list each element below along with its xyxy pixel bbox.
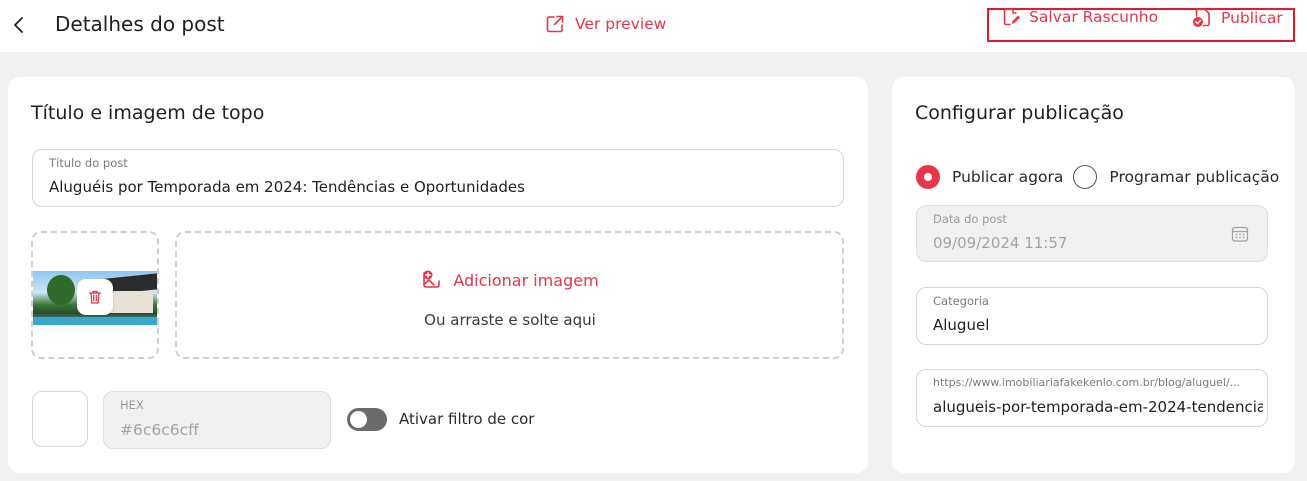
publish-settings-card: Configurar publicação Publicar agora Pro… [892,77,1295,473]
url-prefix-label: https://www.imobiliariafakekenlo.com.br/… [933,376,1241,389]
image-upload-dropzone[interactable]: Adicionar imagem Ou arraste e solte aqui [175,231,844,359]
post-title-label: Título do post [49,156,128,170]
color-filter-toggle[interactable] [347,408,387,431]
toggle-knob [350,411,367,428]
title-image-card: Título e imagem de topo Título do post A… [8,77,868,473]
category-field[interactable]: Categoria Aluguel [916,287,1268,345]
top-bar: Detalhes do post Ver preview Salvar Rasc… [0,0,1307,52]
post-date-label: Data do post [933,212,1007,226]
publish-options: Publicar agora Programar publicação [916,165,1279,189]
add-image-icon [423,270,441,288]
url-slug-field[interactable]: https://www.imobiliariafakekenlo.com.br/… [916,369,1268,427]
radio-schedule[interactable] [1073,165,1098,189]
radio-publish-now[interactable] [916,165,940,189]
trash-icon [88,290,102,304]
category-value: Aluguel [933,316,990,334]
publish-document-icon [1193,8,1210,27]
category-label: Categoria [933,294,989,308]
url-slug-value: alugueis-por-temporada-em-2024-tendencia… [933,398,1263,416]
cover-image-slot [31,231,159,359]
post-date-field[interactable]: Data do post 09/09/2024 11:57 [916,205,1268,262]
preview-label: Ver preview [575,15,667,33]
chevron-left-icon [14,17,23,33]
hex-value: #6c6c6cff [120,421,199,439]
post-date-value: 09/09/2024 11:57 [933,234,1068,252]
post-title-field[interactable]: Título do post Aluguéis por Temporada em… [32,149,844,207]
delete-image-button[interactable] [77,279,113,315]
preview-button[interactable]: Ver preview [545,14,666,34]
hex-label: HEX [120,398,144,412]
publish-label: Publicar [1221,9,1283,27]
external-link-icon [546,15,564,33]
save-draft-label: Salvar Rascunho [1029,8,1159,26]
page-title: Detalhes do post [55,12,225,36]
schedule-label[interactable]: Programar publicação [1109,168,1279,186]
publish-settings-heading: Configurar publicação [915,102,1124,124]
drag-drop-hint: Ou arraste e solte aqui [424,311,596,329]
save-draft-button[interactable]: Salvar Rascunho [1001,7,1158,27]
calendar-icon[interactable] [1231,225,1249,243]
add-image-button[interactable]: Adicionar imagem [177,269,843,291]
title-image-heading: Título e imagem de topo [31,102,265,124]
hex-field[interactable]: HEX #6c6c6cff [103,391,331,449]
post-title-value: Aluguéis por Temporada em 2024: Tendênci… [49,178,525,196]
publish-now-label[interactable]: Publicar agora [952,168,1063,186]
color-filter-label: Ativar filtro de cor [399,410,535,428]
edit-document-icon [1003,8,1020,26]
add-image-label: Adicionar imagem [453,270,599,290]
back-button[interactable] [9,14,29,36]
color-swatch[interactable] [32,391,88,447]
publish-button[interactable]: Publicar [1191,7,1283,29]
